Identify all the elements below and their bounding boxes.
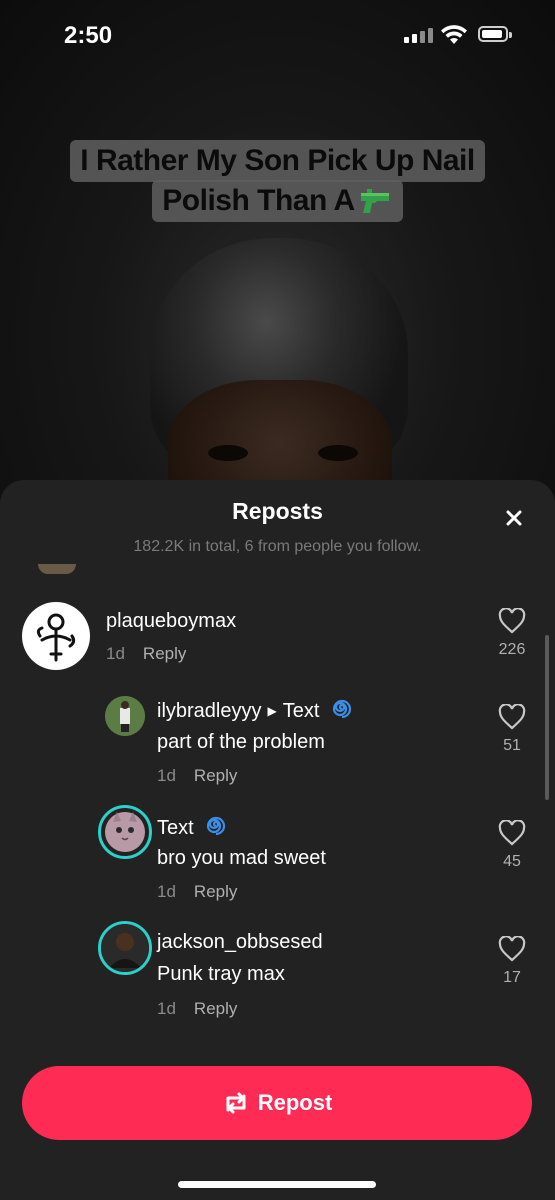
comment-text: part of the problem — [157, 731, 325, 753]
caption-line-2: Polish Than A — [152, 180, 403, 222]
close-icon[interactable] — [500, 504, 528, 532]
comment-text: Punk tray max — [157, 963, 285, 985]
avatar[interactable] — [105, 696, 145, 736]
like-count: 17 — [503, 969, 521, 986]
eye — [208, 445, 248, 461]
heart-icon — [498, 819, 526, 846]
avatar-photo — [105, 696, 145, 736]
reposts-sheet: Reposts 182.2K in total, 6 from people y… — [0, 480, 555, 1200]
comment-username[interactable]: Text — [157, 817, 194, 839]
home-indicator[interactable] — [178, 1181, 376, 1188]
comment-meta: 1d Reply — [157, 766, 237, 786]
like-count: 51 — [503, 737, 521, 754]
heart-icon — [498, 935, 526, 962]
avatar[interactable] — [98, 921, 152, 975]
comment-meta: 1d Reply — [157, 999, 237, 1019]
eye — [318, 445, 358, 461]
reply-button[interactable]: Reply — [194, 999, 237, 1018]
status-time: 2:50 — [64, 22, 113, 49]
like-button[interactable]: 45 — [492, 819, 532, 871]
reply-button[interactable]: Reply — [143, 644, 186, 663]
comment-username[interactable]: plaqueboymax — [106, 610, 236, 633]
swirl-emoji-icon — [207, 816, 226, 836]
heart-icon — [498, 703, 526, 730]
avatar[interactable] — [22, 602, 90, 670]
cellular-signal-icon — [404, 28, 433, 43]
reply-arrow-icon: ▶ — [267, 704, 277, 718]
comment-meta: 1d Reply — [157, 882, 237, 902]
like-button[interactable]: 17 — [492, 935, 532, 987]
video-background — [0, 0, 555, 520]
like-button[interactable]: 51 — [492, 703, 532, 755]
video-caption: I Rather My Son Pick Up Nail Polish Than… — [0, 140, 555, 222]
comment-age: 1d — [106, 644, 125, 663]
comment-username[interactable]: ilybradleyyy — [157, 700, 261, 722]
like-count: 45 — [503, 853, 521, 870]
sheet-title: Reposts — [232, 498, 323, 524]
battery-icon — [478, 26, 512, 42]
water-pistol-icon — [360, 189, 389, 214]
scrollbar[interactable] — [545, 635, 549, 800]
caption-line-2-text: Polish Than A — [162, 184, 355, 217]
comment-username-row: Text — [157, 815, 227, 840]
comment-age: 1d — [157, 766, 176, 785]
sheet-subtitle: 182.2K in total, 6 from people you follo… — [133, 538, 422, 555]
comment-text: bro you mad sweet — [157, 847, 326, 869]
person-avatar-photo — [101, 924, 149, 972]
comment-username-row: ilybradleyyy ▶ Text — [157, 698, 353, 723]
like-button[interactable]: 226 — [492, 607, 532, 659]
cat-avatar-photo — [105, 812, 145, 852]
wifi-icon — [441, 25, 467, 44]
like-count: 226 — [498, 641, 526, 658]
reply-button[interactable]: Reply — [194, 766, 237, 785]
comment-username[interactable]: jackson_obbsesed — [157, 931, 323, 954]
comment-age: 1d — [157, 999, 176, 1018]
reply-to-username[interactable]: Text — [283, 700, 320, 722]
repost-button-label: Repost — [257, 1090, 333, 1115]
comment-age: 1d — [157, 882, 176, 901]
heart-icon — [498, 607, 526, 634]
love-symbol-icon — [36, 613, 76, 662]
reply-button[interactable]: Reply — [194, 882, 237, 901]
status-bar: 2:50 — [0, 0, 555, 70]
avatar[interactable] — [98, 805, 152, 859]
avatar-peek — [38, 564, 76, 574]
comment-meta: 1d Reply — [106, 644, 186, 664]
swirl-emoji-icon — [332, 699, 352, 719]
repost-button[interactable]: Repost — [22, 1066, 532, 1140]
repost-icon — [226, 1092, 246, 1114]
caption-line-1: I Rather My Son Pick Up Nail — [70, 140, 485, 182]
